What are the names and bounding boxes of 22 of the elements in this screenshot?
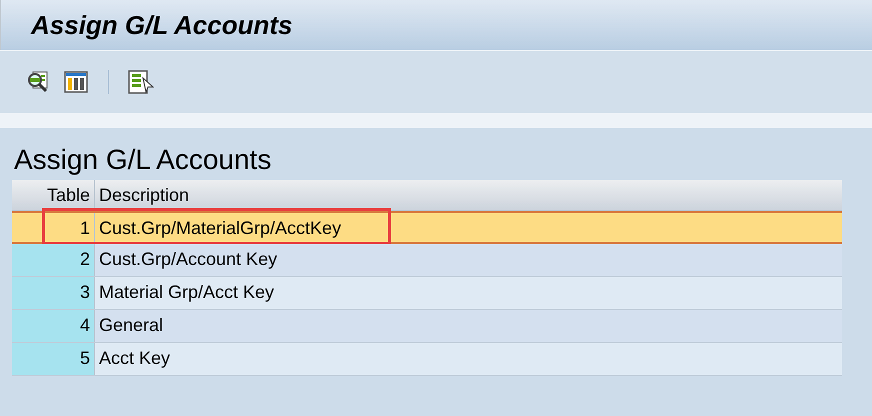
table-cell-text: Cust.Grp/MaterialGrp/AcctKey	[98, 217, 342, 240]
search-icon	[26, 70, 50, 94]
columns-icon	[64, 71, 88, 93]
table-cell: 2	[12, 244, 95, 276]
table-cell: 5	[12, 343, 95, 375]
page-heading: Assign G/L Accounts	[14, 143, 272, 177]
table-cell: 3	[12, 277, 95, 309]
table-cell-text: Acct Key	[98, 347, 172, 370]
table-row[interactable]: 1 Cust.Grp/MaterialGrp/AcctKey	[12, 211, 842, 244]
list-cursor-icon	[128, 70, 154, 94]
column-header: Description	[98, 184, 190, 207]
table-cell: 4	[12, 310, 95, 342]
table-cell-text: General	[98, 314, 164, 337]
table-row[interactable]: 4 General	[12, 310, 842, 343]
table-cell-text: Material Grp/Acct Key	[98, 281, 276, 304]
table-row[interactable]: 2 Cust.Grp/Account Key	[12, 244, 842, 277]
window-title: Assign G/L Accounts	[31, 8, 292, 42]
table-row[interactable]: 3 Material Grp/Acct Key	[12, 277, 842, 310]
table-row[interactable]: 5 Acct Key	[12, 343, 842, 376]
select-button[interactable]	[127, 68, 155, 96]
table-cell-text: Cust.Grp/Account Key	[98, 248, 278, 271]
column-header: Table	[12, 180, 95, 210]
